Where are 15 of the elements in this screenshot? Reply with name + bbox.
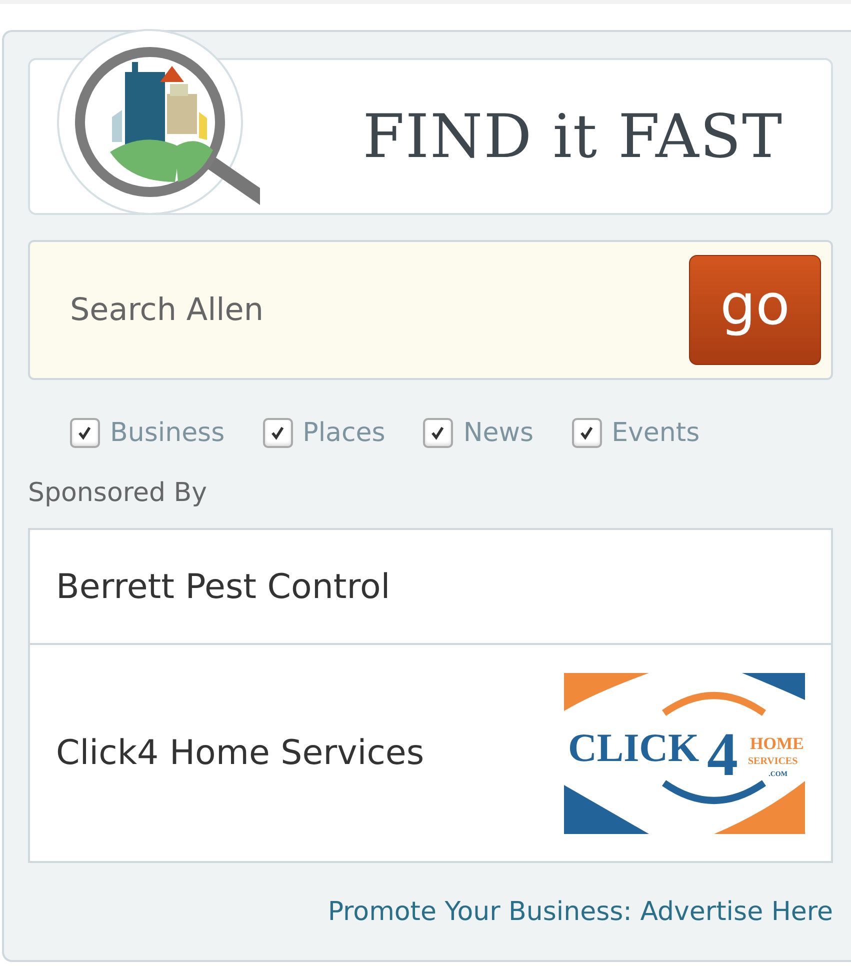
filter-checkbox[interactable]: Places bbox=[262, 418, 386, 448]
checkbox[interactable] bbox=[423, 418, 454, 448]
section-heading: Sponsored By bbox=[28, 477, 208, 510]
checkbox[interactable] bbox=[70, 418, 100, 448]
filter-checkbox[interactable]: Events bbox=[572, 418, 700, 448]
checkbox[interactable] bbox=[262, 418, 293, 448]
advertise-link[interactable]: Promote Your Business: Advertise Here bbox=[328, 897, 833, 927]
filter-checkbox[interactable]: Business bbox=[70, 418, 225, 448]
search-field[interactable]: Search Allen go bbox=[28, 240, 833, 380]
filter-checkbox[interactable]: News bbox=[423, 418, 534, 448]
logo-title: FIND it FAST bbox=[362, 102, 783, 172]
go-button[interactable]: go bbox=[689, 255, 821, 365]
checkbox[interactable] bbox=[572, 418, 602, 448]
sponsor-link[interactable]: Berrett Pest Control bbox=[56, 566, 390, 606]
sponsor-link[interactable]: Click4 Home Services bbox=[56, 733, 424, 773]
